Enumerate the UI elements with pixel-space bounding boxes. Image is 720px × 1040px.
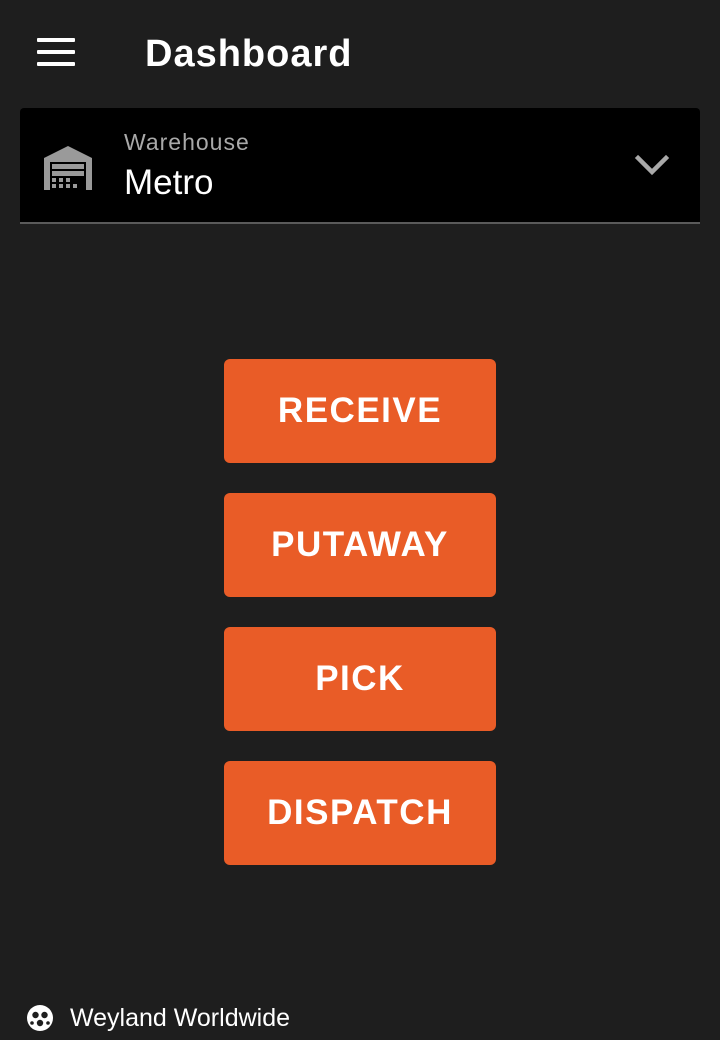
action-button-group: RECEIVE PUTAWAY PICK DISPATCH [224, 359, 496, 895]
warehouse-icon [44, 146, 92, 190]
warehouse-selected-value: Metro [124, 163, 214, 202]
hamburger-menu-icon[interactable] [28, 26, 84, 78]
menu-bar-line [37, 62, 75, 66]
footer-company: Weyland Worldwide [26, 1000, 290, 1036]
putaway-button[interactable]: PUTAWAY [224, 493, 496, 597]
pick-button[interactable]: PICK [224, 627, 496, 731]
dispatch-button[interactable]: DISPATCH [224, 761, 496, 865]
page-title: Dashboard [145, 33, 353, 75]
warehouse-field-label: Warehouse [124, 129, 250, 155]
menu-bar-line [37, 38, 75, 42]
top-app-bar: Dashboard [0, 0, 720, 106]
company-logo-icon [27, 1005, 53, 1031]
company-name: Weyland Worldwide [70, 1004, 291, 1032]
chevron-down-icon[interactable] [634, 152, 670, 180]
menu-bar-line [37, 50, 75, 54]
warehouse-select[interactable]: Warehouse Metro [20, 108, 700, 224]
app-screen: Dashboard Warehouse Metro RECEIVE PUTAWA… [0, 0, 720, 1040]
receive-button[interactable]: RECEIVE [224, 359, 496, 463]
